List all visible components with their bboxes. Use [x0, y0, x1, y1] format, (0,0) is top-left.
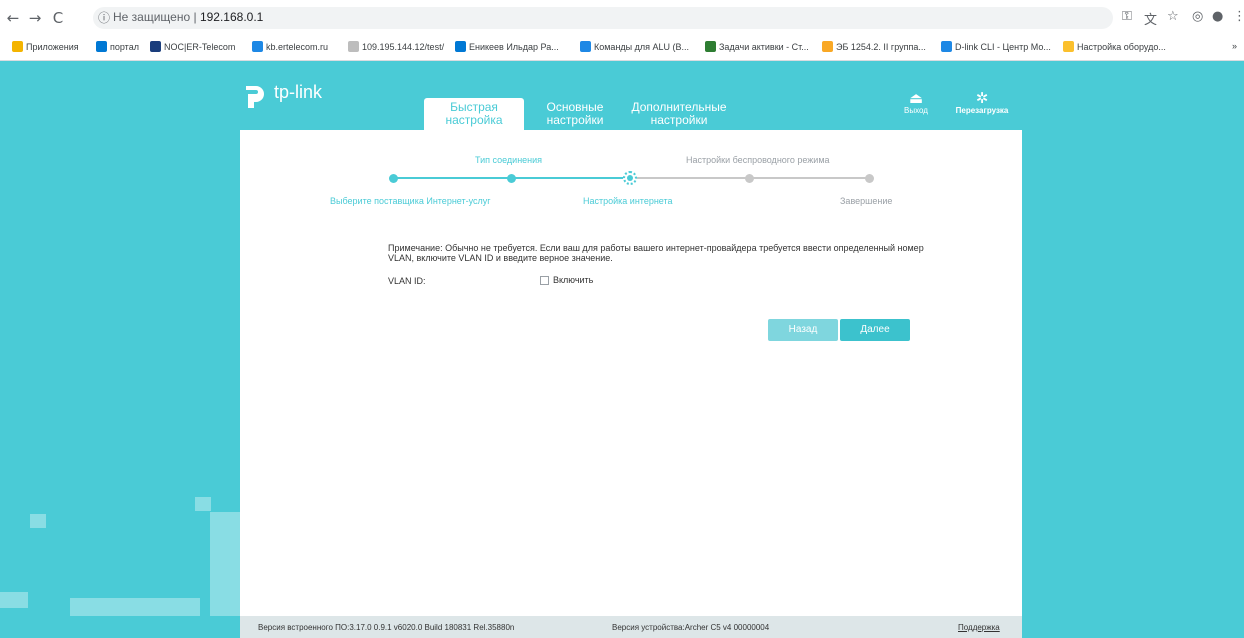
- tab-basic[interactable]: Основные настройки: [540, 98, 610, 130]
- bookmark-item[interactable]: NOC|ER-Telecom: [150, 41, 235, 52]
- sharepoint-icon: [96, 41, 107, 52]
- support-link[interactable]: Поддержка: [958, 623, 1000, 632]
- footer: Версия встроенного ПО:3.17.0 0.9.1 v6020…: [240, 616, 1022, 638]
- browser-toolbar: ← → C ⓘ Не защищено | 192.168.0.1 ⚿ 文 ☆ …: [0, 0, 1244, 35]
- decor-shape: [195, 497, 211, 511]
- step-dot: [745, 174, 754, 183]
- noc-icon: [150, 41, 161, 52]
- bookmark-item[interactable]: Команды для ALU (В...: [580, 41, 689, 52]
- bookmark-item[interactable]: D-link CLI - Центр Мо...: [941, 41, 1051, 52]
- bookmarks-bar: Приложения портал NOC|ER-Telecom kb.erte…: [0, 35, 1244, 61]
- info-icon[interactable]: ⓘ: [98, 9, 110, 26]
- step-label-connection-type: Тип соединения: [475, 155, 543, 165]
- vlan-enable-checkbox[interactable]: Включить: [540, 275, 593, 285]
- vlan-note: Примечание: Обычно не требуется. Если ва…: [388, 243, 924, 263]
- bookmark-item[interactable]: Задачи активки - Ст...: [705, 41, 809, 52]
- logout-icon: ⏏: [908, 89, 924, 107]
- firmware-version: Версия встроенного ПО:3.17.0 0.9.1 v6020…: [258, 623, 515, 632]
- bookmark-item[interactable]: kb.ertelecom.ru: [252, 41, 328, 52]
- decor-shape: [210, 512, 240, 616]
- tasks-icon: [705, 41, 716, 52]
- reboot-icon: ✲: [975, 89, 989, 107]
- wizard-progress: Тип соединения Настройки беспроводного р…: [240, 130, 1022, 210]
- confluence-icon: [580, 41, 591, 52]
- logout-button[interactable]: ⏏ Выход: [896, 90, 936, 115]
- sharepoint-icon: [455, 41, 466, 52]
- hardware-version: Версия устройства:Archer C5 v4 00000004: [612, 623, 770, 632]
- bookmark-item[interactable]: ЭБ 1254.2. II группа...: [822, 41, 926, 52]
- step-dot: [389, 174, 398, 183]
- confluence-icon: [252, 41, 263, 52]
- menu-icon[interactable]: ⋮: [1233, 9, 1244, 24]
- brand-name: tp-link: [274, 81, 323, 102]
- main-panel: Тип соединения Настройки беспроводного р…: [240, 130, 1022, 616]
- checkbox-icon[interactable]: [540, 275, 549, 285]
- decor-shape: [70, 598, 200, 616]
- key-icon[interactable]: ⚿: [1122, 9, 1132, 24]
- folder-icon: [1063, 41, 1074, 52]
- tab-advanced[interactable]: Дополнительные настройки: [624, 98, 734, 130]
- bookmark-item[interactable]: 109.195.144.12/test/: [348, 41, 444, 52]
- star-icon[interactable]: ☆: [1167, 9, 1179, 24]
- bookmark-item[interactable]: Еникеев Ильдар Ра...: [455, 41, 559, 52]
- step-label-internet: Настройка интернета: [583, 196, 673, 206]
- back-arrow-icon[interactable]: ←: [4, 9, 22, 27]
- back-button[interactable]: Назад: [768, 319, 838, 341]
- forward-arrow-icon[interactable]: →: [26, 9, 44, 27]
- step-dot-active: [623, 171, 637, 185]
- step-label-isp: Выберите поставщика Интернет-услуг: [330, 196, 491, 206]
- extension-icon[interactable]: ◎: [1192, 9, 1203, 24]
- url-text: 192.168.0.1: [199, 10, 264, 24]
- shield-icon: [822, 41, 833, 52]
- account-icon[interactable]: ●: [1212, 9, 1223, 24]
- next-button[interactable]: Далее: [840, 319, 910, 341]
- step-label-wireless: Настройки беспроводного режима: [686, 155, 830, 165]
- bookmark-item[interactable]: портал: [96, 41, 139, 52]
- step-dot: [507, 174, 516, 183]
- bookmark-item[interactable]: Настройка оборудо...: [1063, 41, 1166, 52]
- vlan-id-label: VLAN ID:: [388, 276, 426, 286]
- reload-icon[interactable]: C: [49, 9, 67, 27]
- tp-link-logo-icon: [246, 86, 264, 108]
- reboot-button[interactable]: ✲ Перезагрузка: [952, 90, 1012, 115]
- confluence-icon: [941, 41, 952, 52]
- tab-quick-setup[interactable]: Быстрая настройка: [424, 98, 524, 130]
- tp-link-logo: tp-link: [240, 78, 322, 110]
- address-text[interactable]: Не защищено | 192.168.0.1: [113, 10, 263, 24]
- bookmark-item[interactable]: Приложения: [12, 41, 79, 52]
- security-label: Не защищено: [113, 10, 191, 24]
- bookmarks-overflow[interactable]: »: [1232, 41, 1237, 51]
- translate-icon[interactable]: 文: [1144, 9, 1157, 28]
- decor-shape: [30, 514, 46, 528]
- decor-shape: [0, 592, 28, 608]
- apps-icon: [12, 41, 23, 52]
- step-label-finish: Завершение: [840, 196, 893, 206]
- step-dot: [865, 174, 874, 183]
- page-icon: [348, 41, 359, 52]
